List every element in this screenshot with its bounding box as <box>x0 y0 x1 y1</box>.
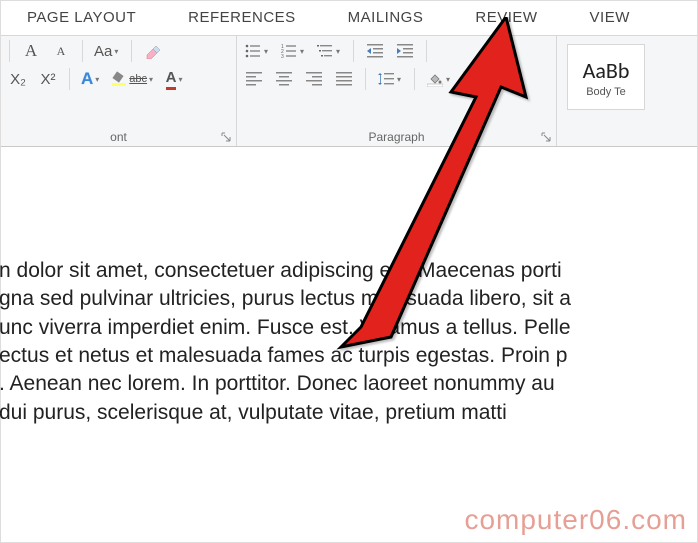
borders-icon <box>462 70 480 88</box>
highlight-button[interactable]: abc▾ <box>110 68 156 90</box>
styles-group: AaBb Body Te <box>557 36 677 146</box>
change-case-button[interactable]: Aa▾ <box>93 40 121 62</box>
number-list-button[interactable]: 123 ▾ <box>279 40 307 62</box>
document-area: n dolor sit amet, consectetuer adipiscin… <box>1 147 697 427</box>
align-center-button[interactable] <box>273 68 295 90</box>
outdent-icon <box>366 42 384 60</box>
number-list-icon: 123 <box>280 42 298 60</box>
align-left-button[interactable] <box>243 68 265 90</box>
doc-line: dui purus, scelerisque at, vulputate vit… <box>0 399 697 427</box>
multilevel-list-icon <box>316 42 334 60</box>
bullet-list-button[interactable]: ▾ <box>243 40 271 62</box>
font-dialog-launcher[interactable] <box>219 130 233 144</box>
style-body-text[interactable]: AaBb Body Te <box>567 44 645 110</box>
paragraph-group-label: Paragraph <box>243 128 550 144</box>
tab-review[interactable]: REVIEW <box>449 1 563 35</box>
eraser-icon <box>144 42 162 60</box>
ribbon-tab-bar: PAGE LAYOUT REFERENCES MAILINGS REVIEW V… <box>1 1 697 35</box>
bullet-list-icon <box>244 42 262 60</box>
borders-button[interactable]: ▾ <box>461 68 489 90</box>
paint-bucket-icon <box>426 70 444 88</box>
font-group-label: ont <box>7 128 230 144</box>
watermark-text: computer06.com <box>464 504 687 536</box>
justify-button[interactable] <box>333 68 355 90</box>
doc-line: n dolor sit amet, consectetuer adipiscin… <box>0 257 697 285</box>
tab-mailings[interactable]: MAILINGS <box>322 1 450 35</box>
paragraph-row-1: ▾ 123 ▾ ▾ <box>243 40 550 62</box>
text-effects-button[interactable]: A▾ <box>80 68 102 90</box>
indent-icon <box>396 42 414 60</box>
align-right-button[interactable] <box>303 68 325 90</box>
doc-line: gna sed pulvinar ultricies, purus lectus… <box>0 285 697 313</box>
align-center-icon <box>275 70 293 88</box>
shading-button[interactable]: ▾ <box>425 68 453 90</box>
tab-references[interactable]: REFERENCES <box>162 1 322 35</box>
align-right-icon <box>305 70 323 88</box>
increase-indent-button[interactable] <box>394 40 416 62</box>
clear-formatting-button[interactable] <box>142 40 164 62</box>
font-row-2: X₂ X² A▾ abc▾ A▾ <box>7 68 230 90</box>
subscript-button[interactable]: X₂ <box>7 68 29 90</box>
style-sample: AaBb <box>583 57 630 84</box>
line-spacing-icon <box>377 70 395 88</box>
svg-text:3: 3 <box>281 54 284 58</box>
multilevel-list-button[interactable]: ▾ <box>315 40 343 62</box>
font-row-1: A A Aa▾ <box>7 40 230 62</box>
justify-icon <box>335 70 353 88</box>
paragraph-dialog-launcher[interactable] <box>539 130 553 144</box>
decrease-indent-button[interactable] <box>364 40 386 62</box>
line-spacing-button[interactable]: ▾ <box>376 68 404 90</box>
doc-line: ectus et netus et malesuada fames ac tur… <box>0 342 697 370</box>
font-color-button[interactable]: A▾ <box>164 68 186 90</box>
paragraph-group: ▾ 123 ▾ ▾ <box>237 36 557 146</box>
tab-page-layout[interactable]: PAGE LAYOUT <box>1 1 162 35</box>
document-page[interactable]: n dolor sit amet, consectetuer adipiscin… <box>1 247 697 427</box>
doc-line: unc viverra imperdiet enim. Fusce est. V… <box>0 314 697 342</box>
highlighter-icon <box>111 70 129 88</box>
doc-line: . Aenean nec lorem. In porttitor. Donec … <box>0 370 697 398</box>
superscript-button[interactable]: X² <box>37 68 59 90</box>
font-group: A A Aa▾ X₂ X² A▾ abc▾ <box>1 36 237 146</box>
grow-font-button[interactable]: A <box>20 40 42 62</box>
align-left-icon <box>245 70 263 88</box>
ribbon-body: A A Aa▾ X₂ X² A▾ abc▾ <box>1 35 697 147</box>
style-name: Body Te <box>586 86 626 98</box>
shrink-font-button[interactable]: A <box>50 40 72 62</box>
tab-view[interactable]: VIEW <box>564 1 656 35</box>
paragraph-row-2: ▾ ▾ ▾ <box>243 68 550 90</box>
